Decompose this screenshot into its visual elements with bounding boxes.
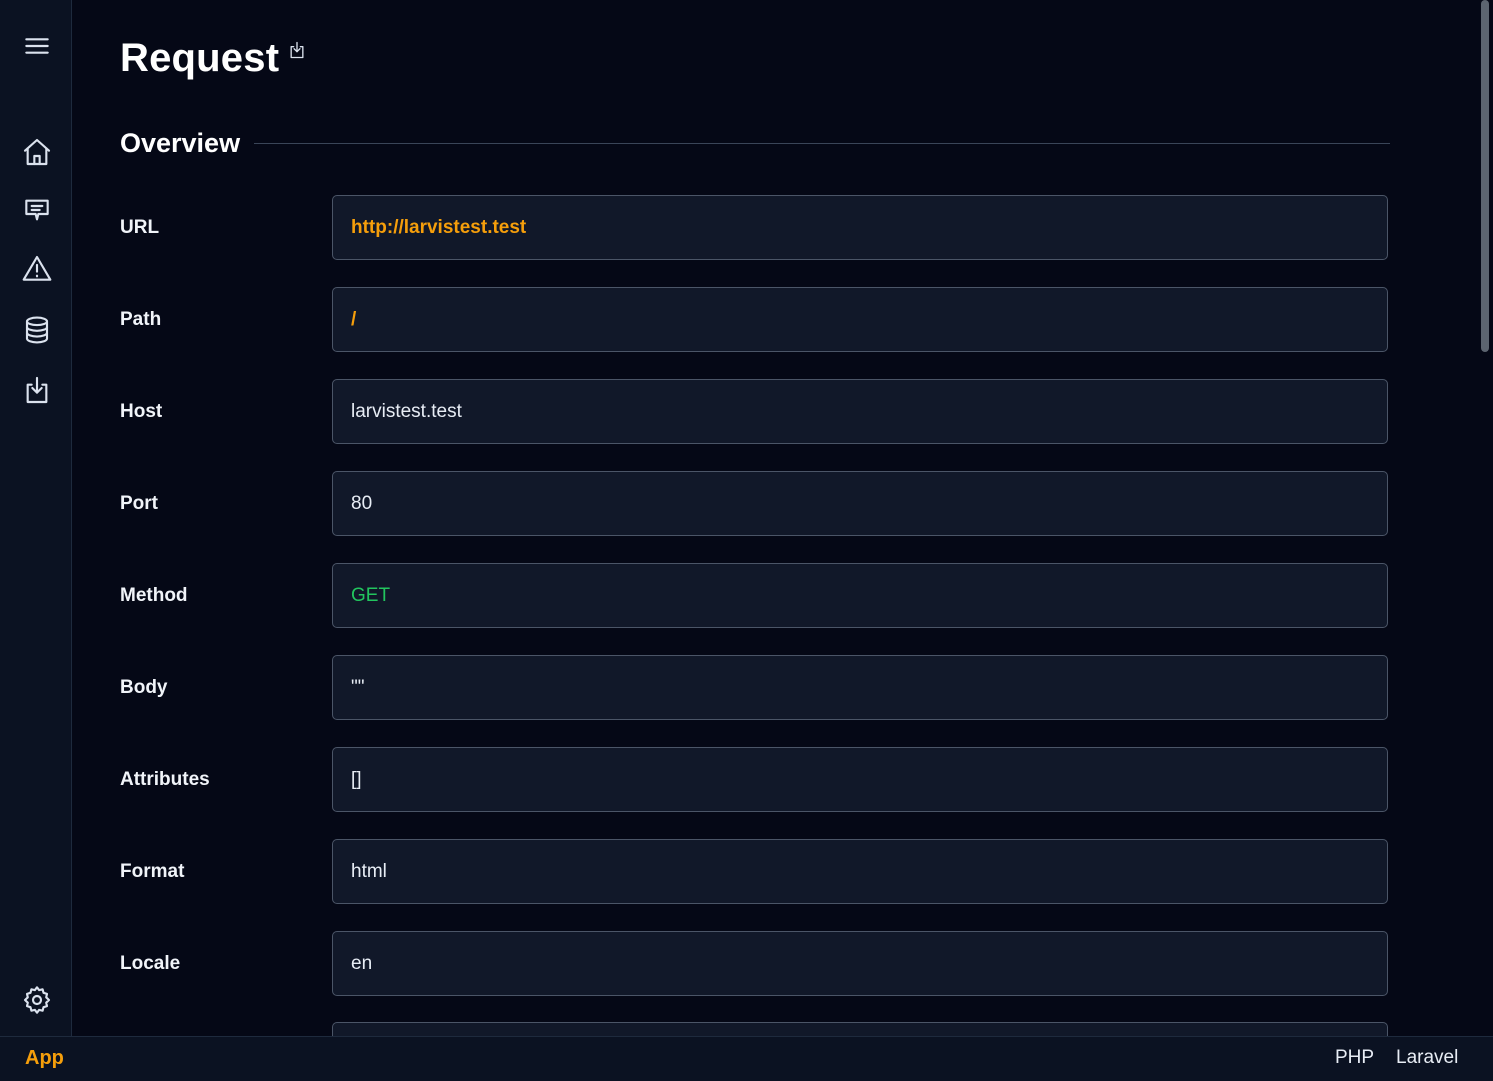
scrollbar-thumb[interactable] [1481,0,1489,352]
field-row-format: Format html [120,838,1390,905]
main-content: Request Overview URL http://larvistest.t… [72,0,1477,1036]
field-label: Format [120,860,185,882]
sidebar-item-messages[interactable] [17,190,57,230]
path-field[interactable]: / [332,287,1388,352]
field-row-body: Body "" [120,654,1390,721]
field-label: Attributes [120,768,210,790]
download-icon [290,41,304,58]
field-row-port: Port 80 [120,470,1390,537]
host-field[interactable]: larvistest.test [332,379,1388,444]
page-title: Request [120,36,280,80]
method-field[interactable]: GET [332,563,1388,628]
php-label[interactable]: PHP [1335,1047,1374,1069]
menu-button[interactable] [17,26,57,66]
field-label: Body [120,676,168,698]
settings-button[interactable] [17,980,57,1020]
database-icon [25,316,49,344]
laravel-label[interactable]: Laravel [1396,1047,1458,1069]
app-label[interactable]: App [25,1047,64,1070]
overview-section-header: Overview [120,128,1390,159]
locale-field[interactable]: en [332,931,1388,996]
field-row-partial [120,1021,1390,1036]
sidebar-item-home[interactable] [17,132,57,172]
format-field[interactable]: html [332,839,1388,904]
sidebar-item-warnings[interactable] [17,249,57,289]
port-field[interactable]: 80 [332,471,1388,536]
sidebar-item-requests[interactable] [17,370,57,410]
field-row-locale: Locale en [120,930,1390,997]
field-label: Path [120,308,162,330]
field-label: Method [120,584,188,606]
section-title: Overview [120,128,241,158]
download-icon [26,376,48,404]
title-download-icon[interactable] [287,40,307,60]
field-row-attributes: Attributes [] [120,746,1390,813]
scrollbar[interactable] [1477,0,1493,1036]
sidebar-item-database[interactable] [17,310,57,350]
attributes-field[interactable]: [] [332,747,1388,812]
field-label: URL [120,216,160,238]
field-label: Locale [120,952,181,974]
field-row-url: URL http://larvistest.test [120,194,1390,261]
sidebar [0,0,72,1036]
url-field[interactable]: http://larvistest.test [332,195,1388,260]
field-row-path: Path / [120,286,1390,353]
field-label: Port [120,492,158,514]
gear-icon [23,986,51,1014]
menu-icon [25,38,49,54]
page-header: Request [120,36,307,81]
warning-icon [22,255,52,281]
field-label: Host [120,400,163,422]
home-icon [23,138,51,166]
field-row-host: Host larvistest.test [120,378,1390,445]
body-field[interactable]: "" [332,655,1388,720]
section-divider [254,143,1390,144]
field-row-method: Method GET [120,562,1390,629]
status-bar: App PHP Laravel [0,1036,1493,1081]
partial-field[interactable] [332,1022,1388,1036]
message-icon [25,199,49,221]
